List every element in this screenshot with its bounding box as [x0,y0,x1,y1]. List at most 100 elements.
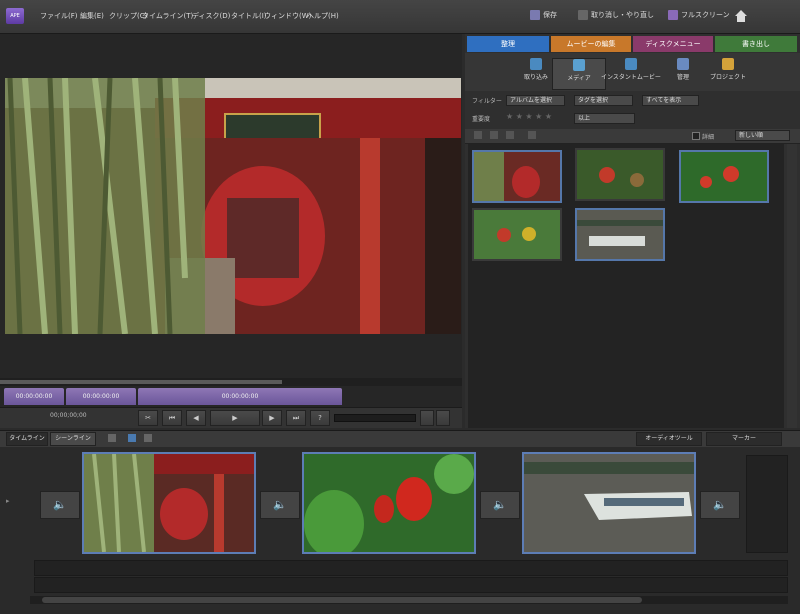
scene-boat-image [524,454,694,552]
scene-clip-temple[interactable] [82,452,256,554]
track-indicator: ▸ [6,497,10,505]
clip-tab-1[interactable]: 00:00:00:00 [4,388,64,405]
sort-icon[interactable] [490,131,498,139]
refresh-icon[interactable] [506,131,514,139]
save-icon [530,10,540,20]
add-media-icon[interactable] [528,131,536,139]
video-preview[interactable] [5,78,461,334]
audio-tool-button[interactable]: オーディオツール [636,432,702,446]
details-checkbox[interactable] [692,132,700,140]
marker-button[interactable]: マーカー [706,432,782,446]
manage-icon [677,58,689,70]
thumbnail-temple[interactable] [472,150,562,203]
smart-fix-icon[interactable] [144,434,152,442]
subtab-project[interactable]: プロジェクト [702,58,754,88]
speaker-icon: 🔈 [53,498,67,511]
volume-slider[interactable] [334,414,416,422]
audio-slot-3[interactable]: 🔈 [480,491,520,519]
clip-tab-3[interactable]: 00:00:00:00 [138,388,342,405]
menu-edit[interactable]: 編集(E) [80,11,104,21]
save-button[interactable]: 保存 [530,10,557,20]
home-icon [735,10,747,22]
undo-button[interactable]: 取り消し・やり直し [578,10,654,20]
monitor-option-2[interactable] [436,410,450,426]
thumbnail-figures[interactable] [472,208,562,261]
subtab-import-label: 取り込み [523,74,548,81]
subtab-instant-label: インスタントムービー [601,74,661,81]
audio-slot-1[interactable]: 🔈 [40,491,80,519]
menu-help[interactable]: ヘルプ(H) [307,11,339,21]
scrubber-progress [0,380,282,384]
snap-icon[interactable] [128,434,136,442]
audio-slot-2[interactable]: 🔈 [260,491,300,519]
tab-organize[interactable]: 整理 [467,36,549,52]
thumb-temple-image [474,152,560,201]
scene-peppers-image [304,454,474,552]
play-button[interactable]: ▶ [210,410,260,426]
fullscreen-label: フルスクリーン [681,11,730,19]
clip-tab-2[interactable]: 00:00:00:00 [66,388,136,405]
import-icon [530,58,542,70]
album-dropdown[interactable]: アルバムを選択 [506,95,565,106]
tab-timeline[interactable]: タイムライン [6,432,48,446]
tab-share[interactable]: 書き出し [715,36,797,52]
scene-clip-peppers[interactable] [302,452,476,554]
rating-label: 重要度 [472,116,491,123]
speaker-icon: 🔈 [713,498,727,511]
thumb-figures-image [474,210,560,259]
rating-dropdown[interactable]: 以上 [574,113,635,124]
play-icon: ▶ [232,414,238,422]
thumb-peppers-image [681,152,767,201]
rating-stars[interactable]: ★ ★ ★ ★ ★ [506,112,552,121]
subtab-manage-label: 管理 [676,74,689,81]
scene-temple-image [84,454,254,552]
show-all-button[interactable]: すべてを表示 [642,95,699,106]
menu-title[interactable]: タイトル(I) [231,11,267,21]
audio-track-1[interactable] [34,560,788,576]
details-label: 詳細 [702,134,715,141]
thumb-plants-image [577,150,663,199]
audio-track-2[interactable] [34,577,788,593]
undo-label: 取り消し・やり直し [591,11,654,19]
preview-image [5,78,461,334]
fullscreen-icon [668,10,678,20]
goto-end-button[interactable]: ⏭ [286,410,306,426]
save-label: 保存 [543,11,557,19]
timeline-scrollbar-thumb[interactable] [42,597,642,603]
loop-button[interactable]: ? [310,410,330,426]
instant-movie-icon [625,58,637,70]
thumb-boat-image [577,210,663,259]
speaker-icon: 🔈 [273,498,287,511]
thumbnail-boat[interactable] [575,208,665,261]
list-view-icon[interactable] [474,131,482,139]
scene-clip-boat[interactable] [522,452,696,554]
menu-file[interactable]: ファイル(F) [40,11,78,21]
empty-scene-slot[interactable] [746,455,788,553]
menu-disc[interactable]: ディスク(D) [192,11,230,21]
tag-dropdown[interactable]: タグを選択 [574,95,633,106]
split-button[interactable]: ✂ [138,410,158,426]
sort-dropdown[interactable]: 新しい順 [735,130,790,141]
goto-start-button[interactable]: ⏮ [162,410,182,426]
app-logo: APE [6,8,24,24]
step-forward-button[interactable]: ▶ [262,410,282,426]
tab-sceneline[interactable]: シーンライン [50,432,96,446]
tab-disc-menu[interactable]: ディスクメニュー [633,36,713,52]
tab-edit-movie[interactable]: ムービーの編集 [551,36,631,52]
subtab-project-label: プロジェクト [709,74,746,81]
audio-slot-4[interactable]: 🔈 [700,491,740,519]
menu-timeline[interactable]: タイムライン(T) [142,11,193,21]
speaker-icon: 🔈 [493,498,507,511]
subtab-instant-movie[interactable]: インスタントムービー [598,58,664,88]
monitor-option-1[interactable] [420,410,434,426]
thumbnail-peppers[interactable] [679,150,769,203]
thumbnail-plants[interactable] [575,148,665,201]
step-back-button[interactable]: ◀ [186,410,206,426]
menu-window[interactable]: ウィンドウ(W) [264,11,311,21]
properties-icon[interactable] [108,434,116,442]
media-scrollbar[interactable] [787,144,797,428]
fullscreen-button[interactable]: フルスクリーン [668,10,730,20]
media-icon [573,59,585,71]
undo-icon [578,10,588,20]
home-button[interactable] [734,9,748,23]
